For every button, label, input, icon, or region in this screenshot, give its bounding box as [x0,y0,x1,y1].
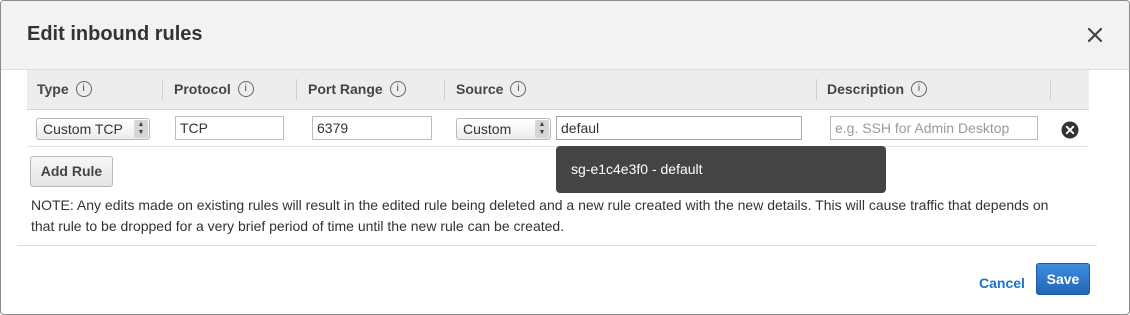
divider [17,245,1097,246]
source-value-field[interactable]: defaul [556,116,802,140]
info-icon[interactable]: i [510,81,527,98]
info-icon[interactable]: i [75,81,92,98]
info-icon[interactable]: i [911,81,928,98]
column-header-description: Description i [827,70,928,109]
note-text: NOTE: Any edits made on existing rules w… [31,197,1049,234]
add-rule-button[interactable]: Add Rule [30,156,113,187]
edit-inbound-rules-dialog: Edit inbound rules Type i Protocol i Port … [0,0,1130,315]
autocomplete-suggestion[interactable]: sg-e1c4e3f0 - default [556,146,886,193]
protocol-field[interactable]: TCP [175,116,284,140]
select-arrows-icon: ▲ ▼ [134,120,148,138]
info-icon[interactable]: i [237,81,254,98]
description-field[interactable]: e.g. SSH for Admin Desktop [830,116,1038,140]
table-header: Type i Protocol i Port Range i Source i Desc… [27,70,1089,110]
column-header-protocol: Protocol i [174,70,254,109]
cancel-button[interactable]: Cancel [979,275,1025,291]
type-select[interactable]: Custom TCP ▲ ▼ [36,118,150,140]
port-range-field[interactable]: 6379 [312,116,432,140]
close-icon[interactable] [1083,23,1107,47]
column-header-source: Source i [456,70,527,109]
column-header-type: Type i [37,70,92,109]
select-arrows-icon: ▲ ▼ [535,120,549,138]
remove-icon[interactable] [1061,121,1079,139]
dialog-header: Edit inbound rules [1,1,1129,70]
table-row: Custom TCP ▲ ▼ TCP 6379 Custom ▲ ▼ defaul … [27,110,1089,147]
source-type-select[interactable]: Custom ▲ ▼ [456,118,551,140]
column-header-port-range: Port Range i [308,70,406,109]
save-button[interactable]: Save [1036,263,1090,295]
info-icon[interactable]: i [389,81,406,98]
dialog-title: Edit inbound rules [27,23,203,45]
